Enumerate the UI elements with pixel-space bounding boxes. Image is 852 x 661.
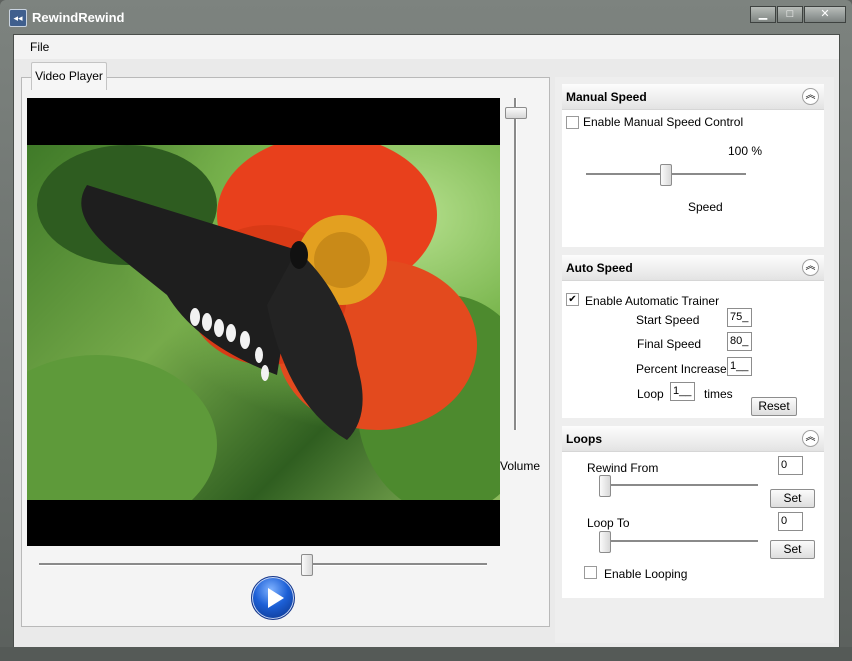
window-title: RewindRewind (32, 10, 125, 25)
final-speed-label: Final Speed (637, 337, 702, 351)
start-speed-label: Start Speed (636, 313, 700, 327)
volume-slider-thumb[interactable] (505, 107, 527, 119)
collapse-icon[interactable]: ︽ (802, 88, 819, 105)
enable-trainer-label: Enable Automatic Trainer (585, 294, 720, 308)
start-speed-input[interactable]: 75_ (727, 308, 752, 327)
maximize-button[interactable]: □ (777, 6, 803, 23)
loop-label: Loop (637, 387, 664, 401)
loop-count-input[interactable]: 1__ (670, 382, 695, 401)
minimize-button[interactable]: ▁ (750, 6, 776, 23)
collapse-icon[interactable]: ︽ (802, 259, 819, 276)
final-speed-input[interactable]: 80_ (727, 332, 752, 351)
reset-button[interactable]: Reset (751, 397, 797, 416)
loops-header[interactable]: Loops ︽ (562, 426, 824, 452)
app-rewind-icon: ◂◂ (9, 9, 27, 27)
rewind-from-slider-thumb[interactable] (599, 475, 611, 497)
close-button[interactable]: ✕ (804, 6, 846, 23)
loops-section: Loops ︽ Rewind From 0 Set Loop To 0 Set … (562, 426, 824, 598)
set-from-button[interactable]: Set (770, 489, 815, 508)
rewind-from-label: Rewind From (587, 461, 659, 475)
auto-speed-section: Auto Speed ︽ ✔ Enable Automatic Trainer … (562, 255, 824, 418)
speed-slider-thumb[interactable] (660, 164, 672, 186)
collapse-icon[interactable]: ︽ (802, 430, 819, 447)
client-area: File Video Player Volume Manual Speed ︽ … (13, 34, 840, 649)
butterfly-flower-image (27, 135, 500, 535)
volume-label: Volume (500, 459, 541, 473)
rewind-from-input[interactable]: 0 (778, 456, 803, 475)
loop-to-label: Loop To (587, 516, 630, 530)
window-bottom-border (0, 647, 852, 661)
section-title: Loops (566, 432, 602, 446)
enable-trainer-checkbox[interactable]: ✔ (566, 293, 579, 306)
app-window: ◂◂ RewindRewind ▁ □ ✕ File Video Player (0, 0, 852, 661)
enable-looping-checkbox[interactable] (584, 566, 597, 579)
play-button[interactable] (251, 576, 295, 620)
seek-slider-thumb[interactable] (301, 554, 313, 576)
speed-label: Speed (688, 200, 723, 214)
enable-manual-speed-label: Enable Manual Speed Control (583, 115, 744, 129)
menu-file[interactable]: File (30, 40, 49, 54)
seek-slider-track[interactable] (39, 563, 487, 566)
times-label: times (704, 387, 733, 401)
menu-bar: File (14, 35, 839, 59)
enable-looping-label: Enable Looping (604, 567, 688, 581)
percent-increase-input[interactable]: 1__ (727, 357, 752, 376)
manual-speed-header[interactable]: Manual Speed ︽ (562, 84, 824, 110)
loop-to-input[interactable]: 0 (778, 512, 803, 531)
rewind-from-slider-track[interactable] (600, 484, 758, 487)
auto-speed-header[interactable]: Auto Speed ︽ (562, 255, 824, 281)
section-title: Auto Speed (566, 261, 633, 275)
enable-manual-speed-checkbox[interactable] (566, 116, 579, 129)
speed-value: 100 % (728, 144, 763, 158)
video-frame (27, 135, 500, 535)
video-display[interactable] (27, 98, 500, 546)
loop-to-slider-thumb[interactable] (599, 531, 611, 553)
volume-slider-track[interactable] (514, 98, 517, 430)
manual-speed-section: Manual Speed ︽ Enable Manual Speed Contr… (562, 84, 824, 247)
video-player-panel: Volume (21, 77, 550, 627)
set-to-button[interactable]: Set (770, 540, 815, 559)
loop-to-slider-track[interactable] (600, 540, 758, 543)
section-title: Manual Speed (566, 90, 647, 104)
title-bar[interactable]: ◂◂ RewindRewind ▁ □ ✕ (0, 0, 852, 34)
settings-pane: Manual Speed ︽ Enable Manual Speed Contr… (555, 77, 834, 643)
tab-video-player[interactable]: Video Player (31, 62, 107, 90)
percent-increase-label: Percent Increase (636, 362, 727, 376)
